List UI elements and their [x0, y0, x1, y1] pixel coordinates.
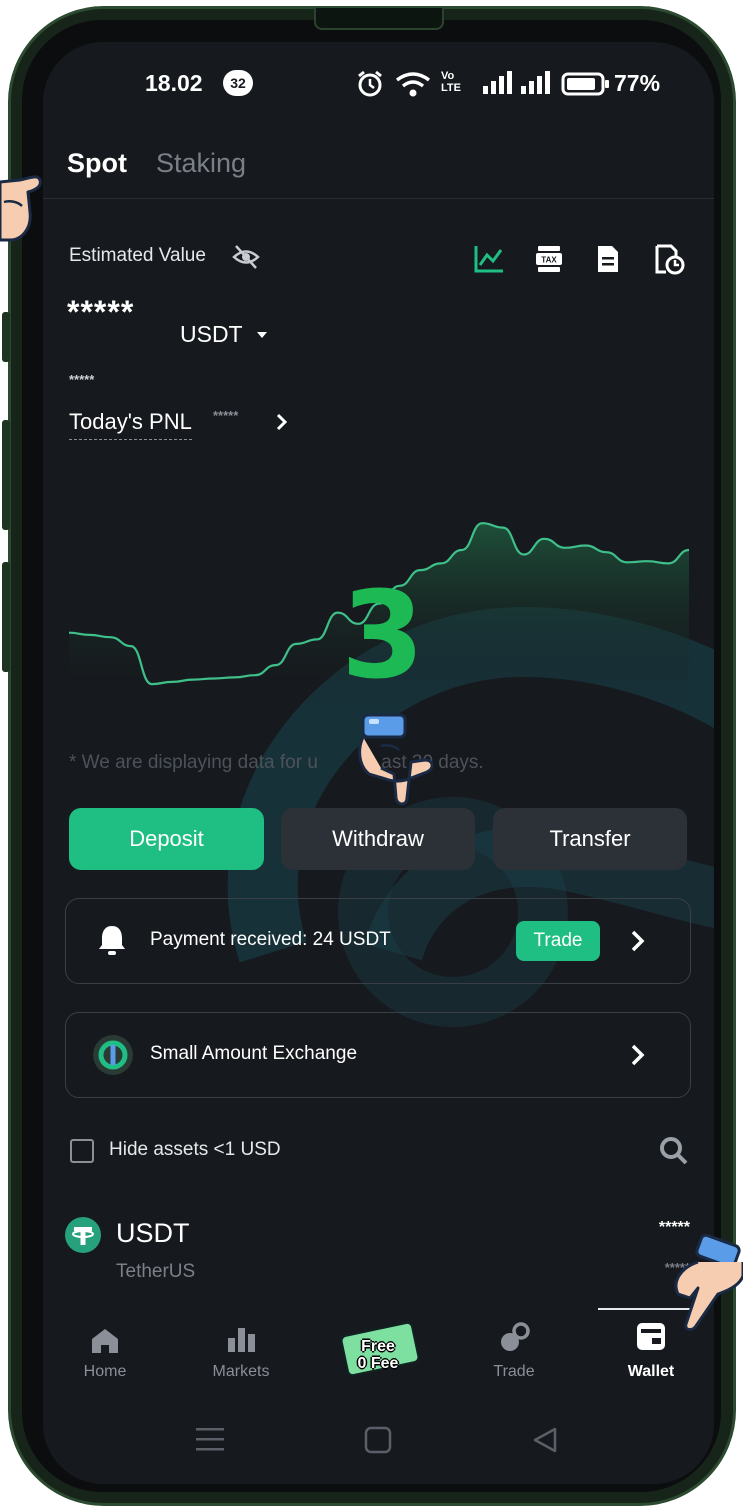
bell-icon	[99, 926, 125, 955]
pointing-hand-icon	[358, 713, 434, 806]
estimated-value-masked: *****	[67, 294, 135, 330]
promo-label: Free 0 Fee	[357, 1338, 399, 1372]
history-icon[interactable]	[654, 244, 686, 276]
app-screen: 18.02 32 Vo LTE 77% Spot Staking Estimat…	[43, 42, 714, 1484]
volume-down-button	[2, 420, 10, 530]
volte-icon: Vo LTE	[441, 70, 461, 94]
nav-home[interactable]: Home	[50, 1363, 160, 1381]
wifi-icon	[395, 72, 431, 97]
pnl-masked: *****	[213, 408, 239, 423]
currency-selector[interactable]: USDT	[180, 321, 243, 348]
system-nav-bar	[43, 1404, 714, 1484]
sub-value-masked: *****	[69, 372, 95, 387]
step-number-overlay: 3	[341, 567, 425, 706]
trade-icon[interactable]	[499, 1322, 531, 1354]
asset-symbol: USDT	[116, 1218, 190, 1248]
transfer-button[interactable]: Transfer	[493, 808, 687, 870]
signal-icon-1	[483, 71, 512, 94]
notice-trade-button[interactable]: Trade	[516, 921, 600, 961]
nav-markets[interactable]: Markets	[186, 1363, 296, 1381]
notification-count-badge: 32	[223, 70, 253, 96]
bottom-nav: Home Markets Free 0 Fee Trade Wallet	[43, 1304, 714, 1404]
document-icon[interactable]	[595, 244, 621, 274]
line-chart-icon[interactable]	[473, 244, 505, 274]
tether-coin-icon	[65, 1217, 101, 1253]
status-time: 18.02	[145, 70, 203, 96]
pnl-label[interactable]: Today's PNL	[69, 409, 192, 440]
back-icon[interactable]	[531, 1426, 559, 1454]
home-icon[interactable]	[90, 1326, 120, 1354]
small-amount-exchange-card[interactable]: Small Amount Exchange	[65, 1012, 691, 1098]
chevron-right-icon[interactable]	[630, 929, 646, 953]
tax-icon[interactable]: TAX	[534, 244, 564, 274]
estimated-value-label: Estimated Value	[69, 245, 206, 266]
tab-divider	[43, 198, 714, 199]
nav-trade[interactable]: Trade	[459, 1363, 569, 1381]
volume-up-button	[2, 312, 10, 362]
markets-icon[interactable]	[226, 1324, 258, 1354]
exchange-icon	[93, 1035, 133, 1075]
tax-icon-text: TAX	[541, 256, 557, 265]
alarm-icon	[358, 70, 382, 97]
zero-fee-promo[interactable]: Free 0 Fee	[339, 1320, 421, 1386]
tab-staking[interactable]: Staking	[156, 148, 246, 179]
asset-row-usdt[interactable]: USDT TetherUS ***** *****	[43, 1202, 714, 1292]
caret-down-icon[interactable]	[256, 330, 268, 340]
payment-notice-card[interactable]: Payment received: 24 USDT Trade	[65, 898, 691, 984]
asset-name: TetherUS	[116, 1261, 196, 1282]
deposit-button[interactable]: Deposit	[69, 808, 264, 870]
nav-wallet[interactable]: Wallet	[596, 1363, 706, 1381]
chevron-right-icon[interactable]	[630, 1043, 646, 1067]
battery-percent: 77%	[614, 70, 661, 96]
home-square-icon[interactable]	[364, 1426, 392, 1454]
tab-spot[interactable]: Spot	[67, 148, 127, 179]
pointing-hand-left-icon	[0, 175, 42, 242]
battery-icon	[561, 72, 609, 96]
signal-icon-2	[521, 71, 550, 94]
recent-apps-icon[interactable]	[195, 1425, 225, 1453]
eye-off-icon[interactable]	[231, 244, 261, 270]
payment-notice-text: Payment received: 24 USDT	[150, 929, 391, 950]
pointing-hand-right-icon	[674, 1233, 743, 1332]
chevron-right-icon[interactable]	[275, 412, 289, 432]
earpiece	[314, 8, 444, 30]
wallet-icon[interactable]	[635, 1320, 667, 1352]
power-button	[2, 562, 10, 672]
search-icon[interactable]	[659, 1136, 689, 1166]
hide-small-assets-checkbox[interactable]	[70, 1139, 94, 1163]
withdraw-button[interactable]: Withdraw	[281, 808, 475, 870]
small-amount-exchange-label: Small Amount Exchange	[150, 1043, 358, 1064]
hide-small-assets-label: Hide assets <1 USD	[109, 1139, 281, 1160]
